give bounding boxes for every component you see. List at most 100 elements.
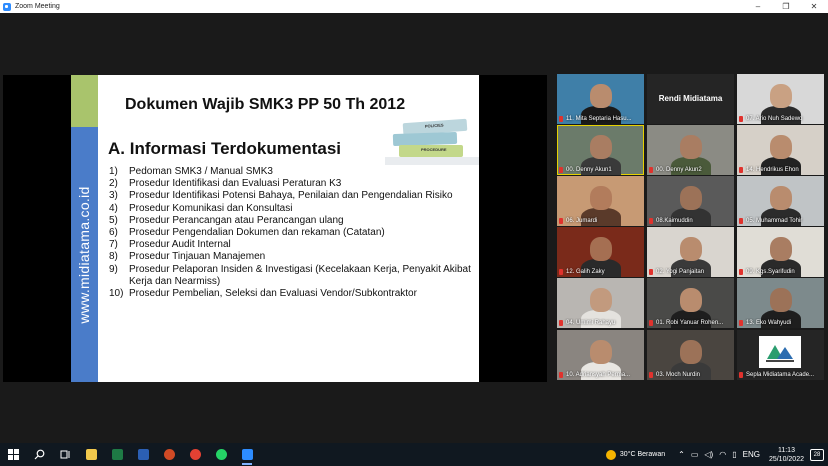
participant-video-head: [680, 135, 702, 159]
muted-mic-icon: [739, 319, 743, 326]
participant-label: 00. Denny Akun2: [649, 165, 732, 174]
clock[interactable]: 11:13 25/10/2022: [769, 446, 804, 464]
chrome-icon: [189, 449, 201, 460]
participant-tile[interactable]: 11. Mita Septaria Hasu...: [557, 74, 644, 124]
slide-list-item: 7) Prosedur Audit Internal: [109, 239, 479, 251]
slide-list-item: 2) Prosedur Identifikasi dan Evaluasi Per…: [109, 178, 479, 190]
taskbar-app[interactable]: [208, 443, 234, 466]
participant-video-head: [590, 288, 612, 312]
item-text: Prosedur Pelaporan Insiden & Investigasi…: [129, 263, 471, 287]
muted-mic-icon: [559, 166, 563, 173]
task-view-button[interactable]: [52, 443, 78, 466]
item-number: 4): [109, 202, 118, 214]
participant-label: 09. Kgs.Syarifudin: [739, 267, 822, 276]
participant-name: 00. Denny Akun1: [566, 166, 612, 173]
participant-tile[interactable]: 13. Eko Wahyudi: [737, 278, 824, 328]
slide-list-item: 8) Prosedur Tinjauan Manajemen: [109, 251, 479, 263]
participant-name: 03. Moch Nurdin: [656, 371, 701, 378]
notification-center-button[interactable]: 28: [810, 448, 824, 461]
participant-video-head: [770, 84, 792, 108]
minimize-button[interactable]: –: [744, 0, 772, 13]
slide-heading: Dokumen Wajib SMK3 PP 50 Th 2012: [125, 96, 406, 113]
taskbar-app[interactable]: [104, 443, 130, 466]
zoom-window: Zoom Meeting – ❐ ✕ www.midiatama.co.id D…: [0, 0, 828, 466]
item-text: Prosedur Identifikasi dan Evaluasi Perat…: [129, 178, 342, 190]
participant-tile[interactable]: 03. Moch Nurdin: [647, 330, 734, 380]
participant-video-head: [680, 237, 702, 261]
participant-name: 14. Hendrikus Ehon: [746, 166, 799, 173]
item-text: Prosedur Pengendalian Dokumen dan rekama…: [129, 227, 385, 239]
slide-section-title: A. Informasi Terdokumentasi: [108, 139, 342, 158]
taskbar-app[interactable]: [234, 443, 260, 466]
participant-tile[interactable]: 14. Hendrikus Ehon: [737, 125, 824, 175]
participant-name: 01. Robi Yanuar Rohen...: [656, 319, 724, 326]
taskbar-app[interactable]: [156, 443, 182, 466]
item-text: Prosedur Tinjauan Manajemen: [129, 251, 266, 263]
weather-text: 30°C Berawan: [619, 451, 666, 458]
volume-icon[interactable]: ◁): [704, 450, 713, 459]
notification-count: 28: [813, 451, 821, 458]
zoom-icon: [241, 449, 253, 460]
participant-tile[interactable]: 01. Robi Yanuar Rohen...: [647, 278, 734, 328]
network-icon[interactable]: ▭: [691, 450, 699, 459]
participant-label: 12. Galih Zaky: [559, 267, 642, 276]
window-title: Zoom Meeting: [15, 3, 60, 10]
folder-label: POLICIES: [424, 122, 444, 129]
language-indicator[interactable]: ENG: [743, 450, 760, 459]
presentation-slide: www.midiatama.co.id Dokumen Wajib SMK3 P…: [71, 75, 479, 382]
wifi-icon[interactable]: ◠: [719, 450, 726, 459]
participant-video-head: [770, 186, 792, 210]
participant-label: 13. Eko Wahyudi: [739, 318, 822, 327]
battery-icon[interactable]: ▯: [732, 450, 736, 459]
powerpoint-icon: [163, 449, 175, 460]
participant-tile[interactable]: 00. Denny Akun1: [557, 125, 644, 175]
participant-name: 04. Umimi Rahayu: [566, 319, 616, 326]
slide-list: 1) Pedoman SMK3 / Manual SMK3 2) Prosedur I…: [109, 166, 479, 300]
participant-tile[interactable]: Rendi Midiatama: [647, 74, 734, 124]
participant-label: 14. Hendrikus Ehon: [739, 165, 822, 174]
taskbar-app[interactable]: [78, 443, 104, 466]
participant-name: 00. Denny Akun2: [656, 166, 702, 173]
participant-name: 05. Muhammad Tohir: [746, 217, 803, 224]
participant-video-head: [590, 340, 612, 364]
item-number: 7): [109, 239, 118, 251]
participant-tile[interactable]: 07. Ario Nuh Sadewo: [737, 74, 824, 124]
slide-list-item: 9) Prosedur Pelaporan Insiden & Investiga…: [109, 264, 479, 288]
start-button[interactable]: [0, 443, 26, 466]
weather-widget[interactable]: 30°C Berawan: [605, 449, 666, 460]
participant-tile[interactable]: 09. Kgs.Syarifudin: [737, 227, 824, 277]
muted-mic-icon: [649, 217, 653, 224]
participant-tile[interactable]: 05. Muhammad Tohir: [737, 176, 824, 226]
chevron-up-icon[interactable]: ⌃: [678, 450, 685, 459]
folders-illustration: POLICIES PROCEDURE: [385, 118, 479, 165]
participant-video-head: [770, 288, 792, 312]
participant-tile[interactable]: Sepla Midiatama Acade...: [737, 330, 824, 380]
participant-tile[interactable]: 10. Adriansyah Perma...: [557, 330, 644, 380]
item-text: Prosedur Identifikasi Potensi Bahaya, Pe…: [129, 190, 453, 202]
item-number: 3): [109, 190, 118, 202]
muted-mic-icon: [649, 268, 653, 275]
maximize-button[interactable]: ❐: [772, 0, 800, 13]
taskbar-app[interactable]: [182, 443, 208, 466]
muted-mic-icon: [649, 371, 653, 378]
muted-mic-icon: [559, 217, 563, 224]
muted-mic-icon: [649, 166, 653, 173]
participant-tile[interactable]: 12. Galih Zaky: [557, 227, 644, 277]
muted-mic-icon: [739, 115, 743, 122]
participant-tile[interactable]: 04. Umimi Rahayu: [557, 278, 644, 328]
window-controls: – ❐ ✕: [744, 0, 828, 13]
item-number: 1): [109, 166, 118, 177]
participant-tile[interactable]: 02. Yogi Panjaitan: [647, 227, 734, 277]
close-button[interactable]: ✕: [800, 0, 828, 13]
taskbar-app[interactable]: [130, 443, 156, 466]
participant-label: 01. Robi Yanuar Rohen...: [649, 318, 732, 327]
participant-gallery: 11. Mita Septaria Hasu... Rendi Midiatama…: [557, 74, 825, 384]
search-button[interactable]: [26, 443, 52, 466]
participant-tile[interactable]: 06. Jumardi: [557, 176, 644, 226]
participant-tile[interactable]: 00. Denny Akun2: [647, 125, 734, 175]
participant-video-head: [680, 288, 702, 312]
participant-tile[interactable]: 08.Kaimuddin: [647, 176, 734, 226]
participant-name: 06. Jumardi: [566, 217, 598, 224]
participant-name: 02. Yogi Panjaitan: [656, 268, 705, 275]
slide-list-item: 5) Prosedur Perancangan atau Perancangan …: [109, 215, 479, 227]
